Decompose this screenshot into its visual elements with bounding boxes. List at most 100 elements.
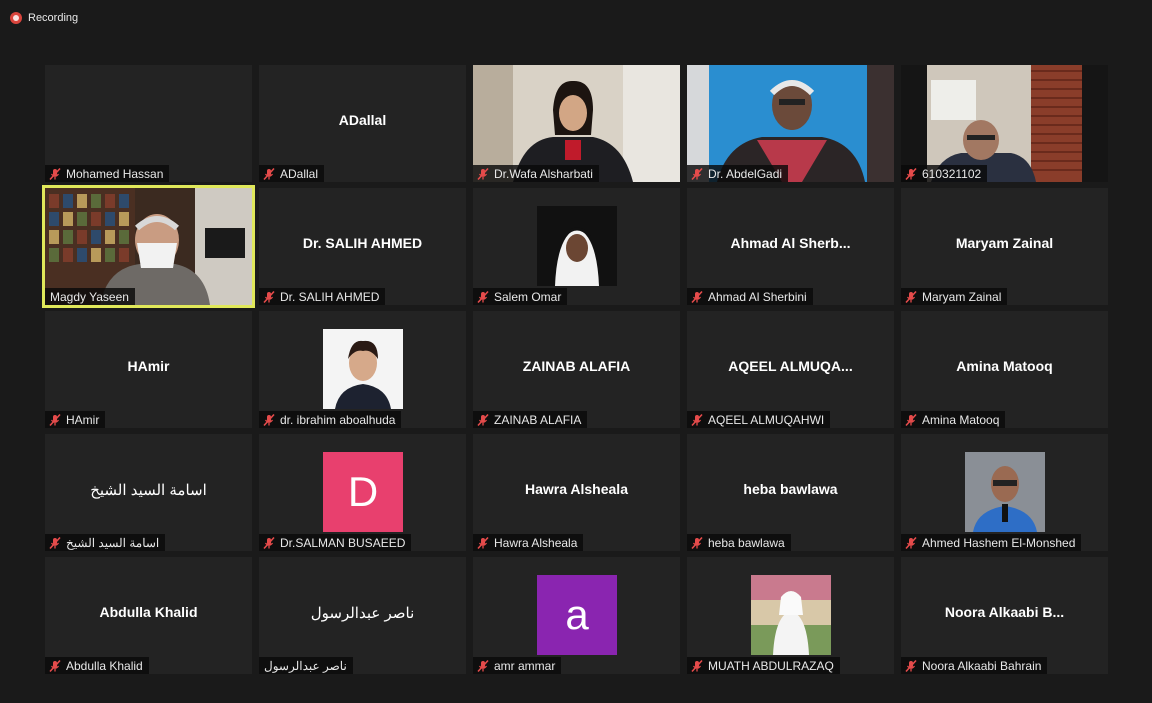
participant-name: Mohamed Hassan (66, 166, 164, 181)
tile-display-name: ناصر عبدالرسول (310, 605, 415, 622)
participant-name-label: Noora Alkaabi Bahrain (901, 657, 1048, 674)
participant-name-label: heba bawlawa (687, 534, 791, 551)
participant-name-label: Hawra Alsheala (473, 534, 584, 551)
tile-display-name: heba bawlawa (743, 481, 838, 497)
participant-name: ADallal (280, 166, 319, 181)
participant-name-label: Dr. SALIH AHMED (259, 288, 386, 305)
participant-tile[interactable]: Ahmed Hashem El-Monshed (901, 434, 1108, 551)
muted-mic-icon (49, 659, 61, 672)
muted-mic-icon (905, 167, 917, 180)
tile-display-name: ADallal (338, 112, 387, 128)
muted-mic-icon (477, 290, 489, 303)
muted-mic-icon (263, 290, 275, 303)
participant-name: Noora Alkaabi Bahrain (922, 658, 1042, 673)
participant-tile[interactable]: ADallal ADallal (259, 65, 466, 182)
participant-tile[interactable]: dr. ibrahim aboalhuda (259, 311, 466, 428)
muted-mic-icon (691, 536, 703, 549)
initial-avatar: a (537, 575, 617, 655)
participant-tile[interactable]: AQEEL ALMUQA... AQEEL ALMUQAHWI (687, 311, 894, 428)
participant-tile[interactable]: Dr. AbdelGadi (687, 65, 894, 182)
participant-name: Maryam Zainal (922, 289, 1002, 304)
muted-mic-icon (263, 413, 275, 426)
participant-name: Abdulla Khalid (66, 658, 143, 673)
tile-display-name: اسامة السيد الشيخ (90, 482, 207, 499)
participant-name: ناصر عبدالرسول (264, 658, 347, 673)
participant-name-label: ZAINAB ALAFIA (473, 411, 588, 428)
participant-name: Salem Omar (494, 289, 562, 304)
participant-tile[interactable]: اسامة السيد الشيخ اسامة السيد الشيخ (45, 434, 252, 551)
participant-name: Magdy Yaseen (50, 289, 129, 304)
participant-name: heba bawlawa (708, 535, 785, 550)
participant-name-label: ADallal (259, 165, 325, 182)
muted-mic-icon (263, 167, 275, 180)
tile-display-name: Dr. SALIH AHMED (302, 235, 423, 251)
participant-tile[interactable]: Noora Alkaabi B... Noora Alkaabi Bahrain (901, 557, 1108, 674)
participant-name-label: Dr.SALMAN BUSAEED (259, 534, 412, 551)
participant-tile[interactable]: Hawra Alsheala Hawra Alsheala (473, 434, 680, 551)
profile-picture (537, 206, 617, 286)
muted-mic-icon (49, 413, 61, 426)
participant-name: ZAINAB ALAFIA (494, 412, 582, 427)
participant-name: Ahmed Hashem El-Monshed (922, 535, 1076, 550)
participant-tile[interactable]: Amina Matooq Amina Matooq (901, 311, 1108, 428)
muted-mic-icon (49, 167, 61, 180)
muted-mic-icon (691, 413, 703, 426)
participant-tile[interactable]: heba bawlawa heba bawlawa (687, 434, 894, 551)
participant-name: Amina Matooq (922, 412, 1000, 427)
profile-picture (751, 575, 831, 655)
tile-display-name: ZAINAB ALAFIA (522, 358, 631, 374)
participant-name: Hawra Alsheala (494, 535, 578, 550)
participant-name: amr ammar (494, 658, 556, 673)
participant-name-label: Ahmed Hashem El-Monshed (901, 534, 1082, 551)
tile-display-name: Maryam Zainal (955, 235, 1054, 251)
muted-mic-icon (905, 536, 917, 549)
muted-mic-icon (477, 536, 489, 549)
participant-name: MUATH ABDULRAZAQ (708, 658, 834, 673)
participant-tile[interactable]: a amr ammar (473, 557, 680, 674)
participant-name-label: Ahmad Al Sherbini (687, 288, 813, 305)
tile-display-name: Amina Matooq (956, 358, 1053, 374)
participant-name-label: Abdulla Khalid (45, 657, 149, 674)
participant-tile[interactable]: ZAINAB ALAFIA ZAINAB ALAFIA (473, 311, 680, 428)
participant-tile[interactable]: 610321102 (901, 65, 1108, 182)
participant-tile[interactable]: Magdy Yaseen (45, 188, 252, 305)
participant-name: dr. ibrahim aboalhuda (280, 412, 396, 427)
participant-tile[interactable]: MUATH ABDULRAZAQ (687, 557, 894, 674)
participant-tile[interactable]: Dr. SALIH AHMED Dr. SALIH AHMED (259, 188, 466, 305)
participant-name-label: Amina Matooq (901, 411, 1006, 428)
participant-grid: Mohamed Hassan ADallal ADallal Dr.Wafa Alsh… (0, 0, 1152, 703)
participant-tile[interactable]: Dr.Wafa Alsharbati (473, 65, 680, 182)
participant-name-label: dr. ibrahim aboalhuda (259, 411, 402, 428)
muted-mic-icon (49, 536, 61, 549)
participant-name-label: amr ammar (473, 657, 562, 674)
participant-tile[interactable]: Ahmad Al Sherb... Ahmad Al Sherbini (687, 188, 894, 305)
muted-mic-icon (691, 290, 703, 303)
muted-mic-icon (477, 167, 489, 180)
participant-tile[interactable]: D Dr.SALMAN BUSAEED (259, 434, 466, 551)
participant-name: 610321102 (922, 166, 982, 181)
participant-tile[interactable]: Abdulla Khalid Abdulla Khalid (45, 557, 252, 674)
participant-name-label: 610321102 (901, 165, 988, 182)
profile-picture (323, 329, 403, 409)
participant-tile[interactable]: HAmir HAmir (45, 311, 252, 428)
tile-display-name: Abdulla Khalid (99, 604, 198, 620)
participant-name-label: AQEEL ALMUQAHWI (687, 411, 831, 428)
participant-name-label: Mohamed Hassan (45, 165, 170, 182)
participant-tile[interactable]: ناصر عبدالرسول ناصر عبدالرسول (259, 557, 466, 674)
muted-mic-icon (477, 413, 489, 426)
participant-name: Ahmad Al Sherbini (708, 289, 807, 304)
participant-tile[interactable]: Salem Omar (473, 188, 680, 305)
muted-mic-icon (905, 659, 917, 672)
participant-name: Dr.Wafa Alsharbati (494, 166, 593, 181)
participant-name-label: اسامة السيد الشيخ (45, 534, 166, 551)
participant-tile[interactable]: Maryam Zainal Maryam Zainal (901, 188, 1108, 305)
profile-picture (965, 452, 1045, 532)
participant-tile[interactable]: Mohamed Hassan (45, 65, 252, 182)
tile-display-name: Noora Alkaabi B... (944, 604, 1065, 620)
participant-name: HAmir (66, 412, 100, 427)
participant-name: اسامة السيد الشيخ (66, 535, 160, 550)
participant-name: Dr. AbdelGadi (708, 166, 783, 181)
participant-name-label: HAmir (45, 411, 106, 428)
tile-display-name: AQEEL ALMUQA... (728, 358, 853, 374)
participant-name-label: Salem Omar (473, 288, 568, 305)
